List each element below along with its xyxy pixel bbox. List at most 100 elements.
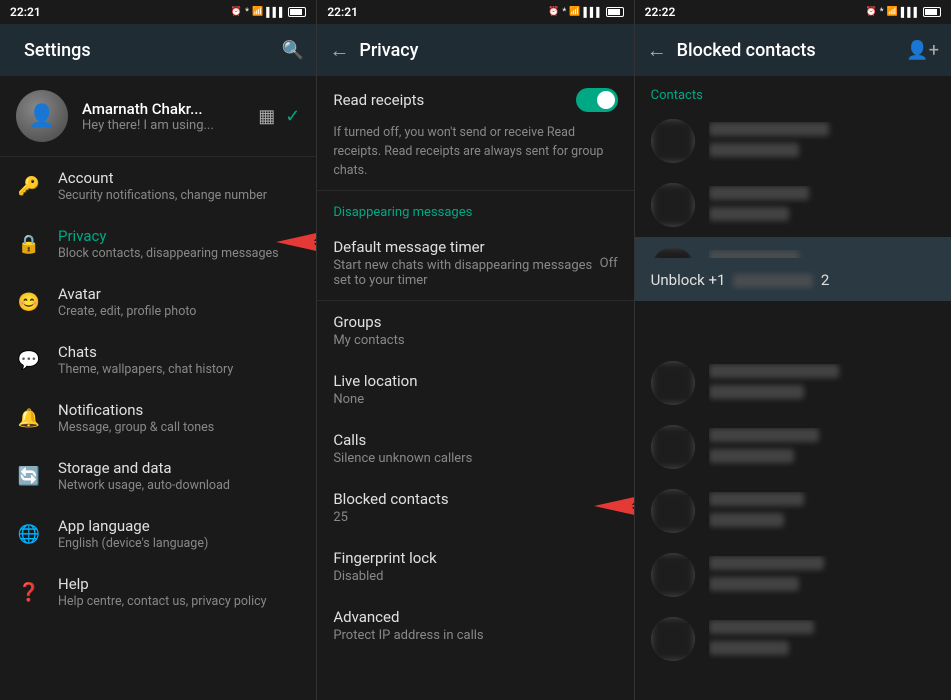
- contacts-label: Contacts: [635, 76, 951, 109]
- privacy-item-live-location[interactable]: Live location None: [317, 360, 633, 419]
- language-title: App language: [58, 517, 300, 535]
- contact-item-1[interactable]: [635, 109, 951, 173]
- help-title: Help: [58, 575, 300, 593]
- privacy-item-calls[interactable]: Calls Silence unknown callers: [317, 419, 633, 478]
- notifications-title: Notifications: [58, 401, 300, 419]
- profile-icons: ▦ ✓: [258, 106, 300, 127]
- notifications-subtitle: Message, group & call tones: [58, 420, 300, 435]
- contact-name-1: [709, 122, 935, 140]
- unblock-popup[interactable]: Unblock +1 2: [635, 258, 951, 301]
- contact-item-8[interactable]: [635, 607, 951, 671]
- privacy-panel: 22:21 ⏰ * 📶 ▌▌▌ ← Privacy Read receipts …: [317, 0, 634, 700]
- live-location-title: Live location: [333, 372, 617, 390]
- privacy-icon: 🔒: [16, 234, 42, 255]
- contact-item-6[interactable]: [635, 479, 951, 543]
- settings-panel: 22:21 ⏰ * 📶 ▌▌▌ Settings 🔍 👤 Amarnath Ch…: [0, 0, 317, 700]
- contact-avatar-4: [651, 361, 695, 405]
- signal-icon-3: ▌▌▌: [901, 7, 920, 18]
- profile-name: Amarnath Chakr...: [82, 100, 244, 118]
- profile-section[interactable]: 👤 Amarnath Chakr... Hey there! I am usin…: [0, 76, 316, 157]
- contact-info-6: [709, 492, 935, 531]
- advanced-subtitle: Protect IP address in calls: [333, 628, 617, 643]
- privacy-text: Privacy Block contacts, disappearing mes…: [58, 227, 300, 261]
- contact-info-7: [709, 556, 935, 595]
- fingerprint-title: Fingerprint lock: [333, 549, 617, 567]
- contact-name-7: [709, 556, 935, 574]
- settings-item-help[interactable]: ❓ Help Help centre, contact us, privacy …: [0, 563, 316, 621]
- contact-number-4: [709, 384, 935, 403]
- groups-title: Groups: [333, 313, 617, 331]
- blocked-header-title: Blocked contacts: [677, 40, 897, 61]
- storage-title: Storage and data: [58, 459, 300, 477]
- privacy-header: ← Privacy: [317, 24, 633, 76]
- contact-info-1: [709, 122, 935, 161]
- privacy-item-read-receipts[interactable]: Read receipts: [317, 76, 633, 124]
- contact-info-5: [709, 428, 935, 467]
- settings-item-avatar[interactable]: 😊 Avatar Create, edit, profile photo: [0, 273, 316, 331]
- advanced-title: Advanced: [333, 608, 617, 626]
- language-subtitle: English (device's language): [58, 536, 300, 551]
- battery-icon-3: [923, 7, 941, 17]
- privacy-item-groups[interactable]: Groups My contacts: [317, 301, 633, 360]
- avatar-image: 👤: [16, 90, 68, 142]
- language-text: App language English (device's language): [58, 517, 300, 551]
- contact-name-6: [709, 492, 935, 510]
- blocked-red-arrow: [594, 491, 634, 525]
- back-button-privacy[interactable]: ←: [329, 38, 349, 63]
- privacy-red-arrow: [276, 227, 316, 261]
- settings-item-account[interactable]: 🔑 Account Security notifications, change…: [0, 157, 316, 215]
- contact-item-4[interactable]: [635, 351, 951, 415]
- status-bar-1: 22:21 ⏰ * 📶 ▌▌▌: [0, 0, 316, 24]
- check-icon: ✓: [285, 106, 300, 127]
- privacy-item-fingerprint[interactable]: Fingerprint lock Disabled: [317, 537, 633, 596]
- blocked-left: Blocked contacts 25: [333, 490, 617, 525]
- contact-item-5[interactable]: [635, 415, 951, 479]
- bt-icon: *: [245, 7, 249, 17]
- privacy-item-timer[interactable]: Default message timer Start new chats wi…: [317, 226, 633, 300]
- add-user-button[interactable]: 👤+: [906, 40, 939, 61]
- language-icon: 🌐: [16, 524, 42, 545]
- blocked-contacts-panel: 22:22 ⏰ * 📶 ▌▌▌ ← Blocked contacts 👤+ Co…: [635, 0, 951, 700]
- blocked-list: Contacts Unblock +1 2: [635, 76, 951, 700]
- contact-item-7[interactable]: [635, 543, 951, 607]
- read-receipts-toggle[interactable]: [576, 88, 618, 112]
- search-button[interactable]: 🔍: [282, 40, 304, 61]
- storage-icon: 🔄: [16, 466, 42, 487]
- privacy-subtitle: Block contacts, disappearing messages: [58, 246, 300, 261]
- privacy-item-advanced[interactable]: Advanced Protect IP address in calls: [317, 596, 633, 655]
- live-location-subtitle: None: [333, 392, 617, 407]
- wifi-icon: 📶: [252, 7, 263, 17]
- contact-item-2[interactable]: [635, 173, 951, 237]
- storage-subtitle: Network usage, auto-download: [58, 478, 300, 493]
- storage-text: Storage and data Network usage, auto-dow…: [58, 459, 300, 493]
- privacy-item-blocked[interactable]: Blocked contacts 25: [317, 478, 633, 537]
- alarm-icon-3: ⏰: [866, 7, 877, 17]
- privacy-header-title: Privacy: [359, 40, 621, 61]
- contact-name-2: [709, 186, 935, 204]
- blocked-header: ← Blocked contacts 👤+: [635, 24, 951, 76]
- settings-item-chats[interactable]: 💬 Chats Theme, wallpapers, chat history: [0, 331, 316, 389]
- contact-name-5: [709, 428, 935, 446]
- notifications-text: Notifications Message, group & call tone…: [58, 401, 300, 435]
- contact-number-7: [709, 576, 935, 595]
- read-receipts-left: Read receipts: [333, 91, 575, 109]
- settings-item-storage[interactable]: 🔄 Storage and data Network usage, auto-d…: [0, 447, 316, 505]
- qr-icon[interactable]: ▦: [258, 106, 275, 127]
- contact-number-5: [709, 448, 935, 467]
- settings-item-notifications[interactable]: 🔔 Notifications Message, group & call to…: [0, 389, 316, 447]
- settings-item-language[interactable]: 🌐 App language English (device's languag…: [0, 505, 316, 563]
- back-button-blocked[interactable]: ←: [647, 38, 667, 63]
- avatar-setting-subtitle: Create, edit, profile photo: [58, 304, 300, 319]
- contact-number-2: [709, 206, 935, 225]
- settings-item-privacy[interactable]: 🔒 Privacy Block contacts, disappearing m…: [0, 215, 316, 273]
- blocked-title: Blocked contacts: [333, 490, 617, 508]
- contact-name-8: [709, 620, 935, 638]
- contact-avatar-7: [651, 553, 695, 597]
- advanced-left: Advanced Protect IP address in calls: [333, 608, 617, 643]
- status-bar-3: 22:22 ⏰ * 📶 ▌▌▌: [635, 0, 951, 24]
- avatar: 👤: [16, 90, 68, 142]
- contact-name-4: [709, 364, 935, 382]
- time-1: 22:21: [10, 5, 41, 19]
- contact-avatar-2: [651, 183, 695, 227]
- account-text: Account Security notifications, change n…: [58, 169, 300, 203]
